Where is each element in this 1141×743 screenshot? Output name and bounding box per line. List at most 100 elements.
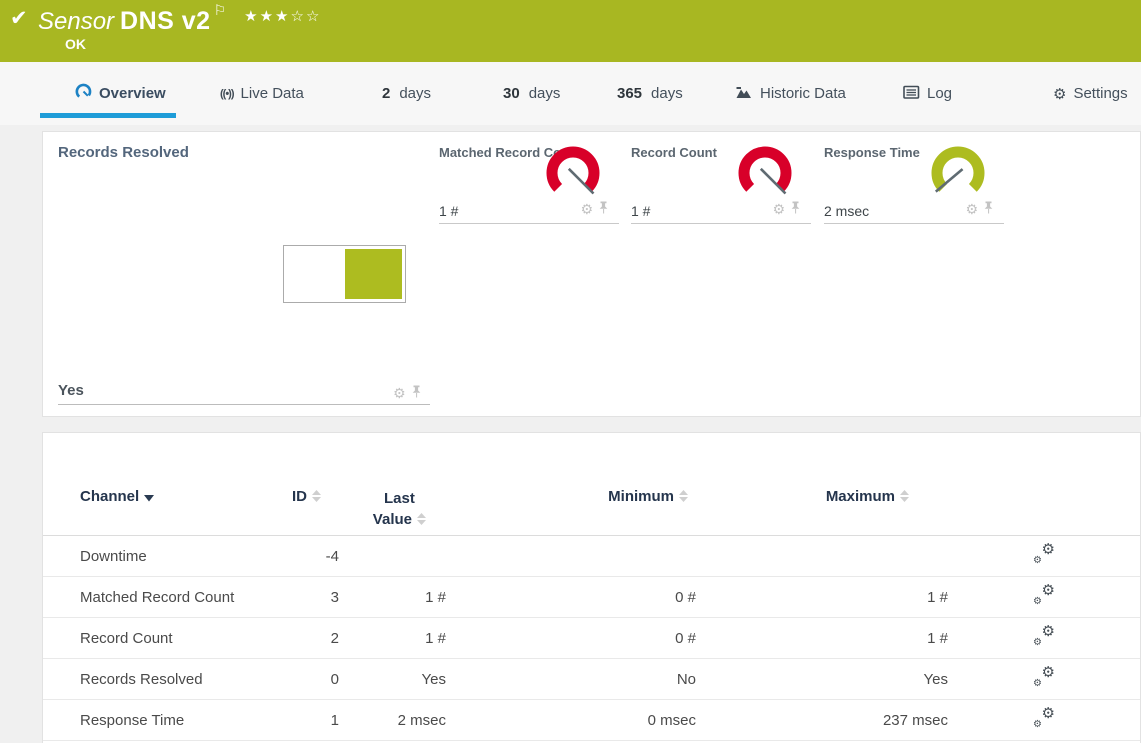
channel-minimum: 0 # [446, 618, 696, 659]
table-header-row: Channel ID Last Value Minimum Maximum [43, 433, 1140, 536]
overview-panel: Records Resolved Yes ⚙ Matched Record Co… [42, 131, 1141, 417]
gauge-widget-response-time: Response Time 2 msec ⚙ [824, 145, 1004, 224]
column-header-channel[interactable]: Channel [43, 433, 283, 536]
widget-toolbar: ⚙ [772, 201, 801, 219]
table-row-records-resolved[interactable]: Records Resolved 0 Yes No Yes ⚙⚙ [43, 659, 1140, 700]
primary-channel-value: Yes [58, 382, 84, 399]
column-header-maximum[interactable]: Maximum [696, 433, 948, 536]
column-header-minimum[interactable]: Minimum [446, 433, 696, 536]
gauge-value: 1 # [631, 203, 650, 219]
channel-name[interactable]: Response Time [43, 700, 283, 741]
pin-icon[interactable] [411, 385, 422, 403]
tab-number: 30 [503, 85, 520, 102]
live-data-icon: ((•)) [220, 88, 234, 100]
channel-id: 0 [283, 659, 339, 700]
tab-overview[interactable]: Overview [75, 62, 166, 125]
area-chart-icon [735, 84, 753, 104]
tab-number: 365 [617, 85, 642, 102]
gauge-value: 1 # [439, 203, 458, 219]
stars-empty: ☆☆ [291, 8, 322, 25]
sensor-name: DNS v2 [120, 7, 211, 35]
widget-gear-icon[interactable]: ⚙ [772, 203, 785, 217]
sort-icon [900, 489, 909, 506]
widget-underline [58, 404, 430, 405]
stars-filled: ★★★ [244, 8, 290, 25]
tab-label: Overview [99, 85, 166, 102]
primary-channel-title: Records Resolved [58, 144, 189, 161]
tab-live-data[interactable]: ((•)) Live Data [220, 62, 304, 125]
sort-icon [417, 510, 426, 531]
tab-label: Historic Data [760, 85, 846, 102]
status-check-icon: ✔ [10, 6, 28, 31]
tab-label: Log [927, 85, 952, 102]
sort-desc-icon [144, 489, 154, 506]
pin-icon[interactable] [598, 201, 609, 219]
widget-gear-icon[interactable]: ⚙ [580, 203, 593, 217]
gauge-widget-matched-record-count: Matched Record Count 1 # ⚙ [439, 145, 619, 224]
channel-minimum: No [446, 659, 696, 700]
sensor-header: ✔ SensorDNS v2⚐ ★★★☆☆ OK [0, 0, 1141, 62]
column-header-id[interactable]: ID [283, 433, 339, 536]
channels-panel: Channel ID Last Value Minimum Maximum [42, 432, 1141, 743]
channel-name[interactable]: Record Count [43, 618, 283, 659]
widget-gear-icon[interactable]: ⚙ [965, 203, 978, 217]
flag-icon[interactable]: ⚐ [214, 2, 227, 18]
channel-maximum: Yes [696, 659, 948, 700]
sensor-status-badge: OK [65, 36, 86, 52]
gauge-value: 2 msec [824, 203, 869, 219]
object-type-label: Sensor [38, 8, 114, 35]
channel-settings-gears-icon[interactable]: ⚙⚙ [1033, 626, 1055, 646]
channel-last-value: 1 # [339, 577, 446, 618]
tab-label: Settings [1073, 85, 1127, 102]
priority-stars[interactable]: ★★★☆☆ [244, 8, 321, 25]
tab-number: 2 [382, 85, 390, 102]
tab-2-days[interactable]: 2 days [382, 62, 431, 125]
table-row-record-count[interactable]: Record Count 2 1 # 0 # 1 # ⚙⚙ [43, 618, 1140, 659]
tab-label: days [529, 85, 561, 102]
log-icon [903, 84, 920, 104]
widget-toolbar: ⚙ [580, 201, 609, 219]
channel-settings-gears-icon[interactable]: ⚙⚙ [1033, 544, 1055, 564]
channels-table: Channel ID Last Value Minimum Maximum [43, 433, 1140, 741]
gauge-record-count [735, 146, 795, 206]
pin-icon[interactable] [983, 201, 994, 219]
tab-30-days[interactable]: 30 days [503, 62, 560, 125]
channel-settings-gears-icon[interactable]: ⚙⚙ [1033, 708, 1055, 728]
tab-365-days[interactable]: 365 days [617, 62, 683, 125]
channel-maximum [696, 536, 948, 577]
column-header-actions [948, 433, 1140, 536]
widget-toolbar: ⚙ [393, 385, 422, 403]
channel-last-value: 2 msec [339, 700, 446, 741]
channel-minimum: 0 # [446, 577, 696, 618]
channel-name[interactable]: Downtime [43, 536, 283, 577]
sort-icon [679, 489, 688, 506]
channel-id: 1 [283, 700, 339, 741]
gauge-matched-record-count [543, 146, 603, 206]
tab-label: days [651, 85, 683, 102]
channel-id: 3 [283, 577, 339, 618]
tab-historic-data[interactable]: Historic Data [735, 62, 846, 125]
tab-label: Live Data [241, 85, 304, 102]
channel-minimum [446, 536, 696, 577]
sort-icon [312, 489, 321, 506]
gauge-icon [75, 83, 92, 104]
settings-gear-icon: ⚙ [1053, 85, 1066, 103]
gauge-widget-record-count: Record Count 1 # ⚙ [631, 145, 811, 224]
table-row-response-time[interactable]: Response Time 1 2 msec 0 msec 237 msec ⚙… [43, 700, 1140, 741]
channel-name[interactable]: Matched Record Count [43, 577, 283, 618]
gauge-ring [744, 152, 786, 188]
tab-log[interactable]: Log [903, 62, 952, 125]
channel-settings-gears-icon[interactable]: ⚙⚙ [1033, 667, 1055, 687]
widget-gear-icon[interactable]: ⚙ [393, 387, 406, 401]
table-row-downtime[interactable]: Downtime -4 ⚙⚙ [43, 536, 1140, 577]
channel-id: -4 [283, 536, 339, 577]
channel-id: 2 [283, 618, 339, 659]
column-header-last-value[interactable]: Last Value [339, 433, 446, 536]
pin-icon[interactable] [790, 201, 801, 219]
records-resolved-chart [283, 245, 406, 303]
tab-settings[interactable]: ⚙ Settings [1053, 62, 1128, 125]
channel-settings-gears-icon[interactable]: ⚙⚙ [1033, 585, 1055, 605]
table-row-matched-record-count[interactable]: Matched Record Count 3 1 # 0 # 1 # ⚙⚙ [43, 577, 1140, 618]
channel-name[interactable]: Records Resolved [43, 659, 283, 700]
records-resolved-chart-bar [345, 249, 403, 299]
